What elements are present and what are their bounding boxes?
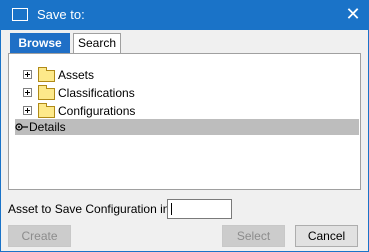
cancel-button[interactable]: Cancel xyxy=(295,225,358,247)
details-bar[interactable]: Details xyxy=(15,119,359,135)
text-caret xyxy=(171,203,172,215)
asset-field-label: Asset to Save Configuration in: xyxy=(8,202,173,216)
folder-tree: Assets Classifications Configurations xyxy=(23,66,223,120)
expand-plus-icon[interactable] xyxy=(23,106,32,115)
tab-browse[interactable]: Browse xyxy=(10,33,70,53)
tree-item-label: Configurations xyxy=(58,104,136,118)
folder-icon xyxy=(38,67,55,82)
pin-icon xyxy=(15,123,28,131)
tree-item-assets[interactable]: Assets xyxy=(23,66,223,84)
window-title: Save to: xyxy=(37,7,85,22)
folder-icon xyxy=(38,85,55,100)
details-label: Details xyxy=(29,120,66,134)
tree-item-label: Assets xyxy=(58,68,95,82)
tree-item-configurations[interactable]: Configurations xyxy=(23,102,223,120)
expand-plus-icon[interactable] xyxy=(23,88,32,97)
tab-search[interactable]: Search xyxy=(73,33,121,53)
tree-item-classifications[interactable]: Classifications xyxy=(23,84,223,102)
window-icon xyxy=(12,8,28,21)
close-button[interactable]: ✕ xyxy=(338,1,368,30)
select-button[interactable]: Select xyxy=(222,225,285,247)
expand-plus-icon[interactable] xyxy=(23,70,32,79)
title-bar: Save to: ✕ xyxy=(1,1,368,30)
save-to-dialog: Save to: ✕ Browse Search Assets Classifi… xyxy=(0,0,369,252)
folder-icon xyxy=(38,103,55,118)
create-button[interactable]: Create xyxy=(8,225,71,247)
asset-input[interactable] xyxy=(167,199,232,219)
tree-item-label: Classifications xyxy=(58,86,135,100)
